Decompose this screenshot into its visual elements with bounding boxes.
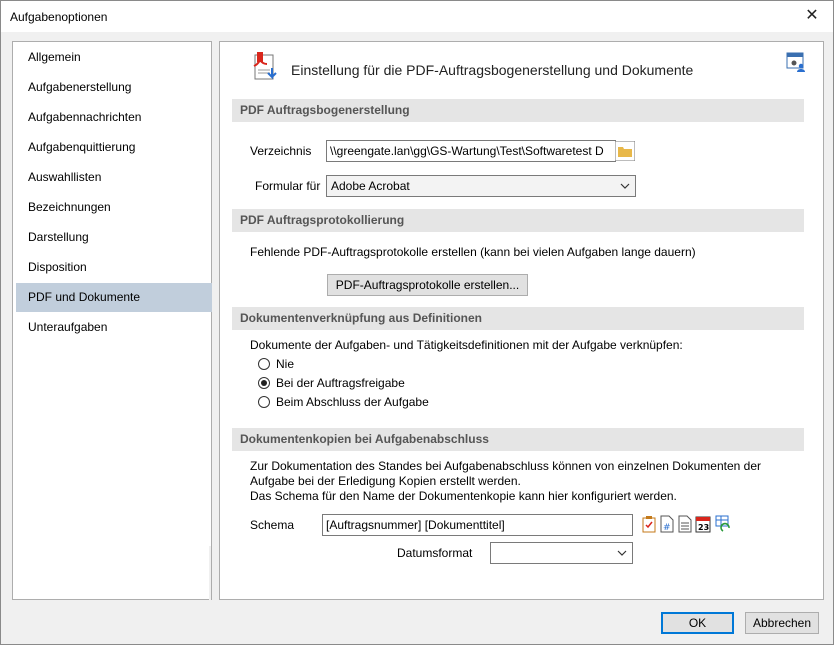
radio-button[interactable] xyxy=(258,358,270,370)
sidebar: Allgemein Aufgabenerstellung Aufgabennachr… xyxy=(12,41,212,601)
schema-label: Schema xyxy=(250,518,295,532)
svg-text:#: # xyxy=(663,523,671,533)
radio-label: Beim Abschluss der Aufgabe xyxy=(276,395,429,409)
options-dialog: Aufgabenoptionen ✕ Allgemein Aufgabenerst… xyxy=(0,0,834,645)
content-panel: Einstellung für die PDF-Auftragsbogeners… xyxy=(219,41,824,600)
title-bar: Aufgabenoptionen ✕ xyxy=(1,1,833,32)
radio-button[interactable] xyxy=(258,396,270,408)
text-document-icon[interactable] xyxy=(677,515,693,533)
close-button[interactable]: ✕ xyxy=(797,4,827,28)
logging-description: Fehlende PDF-Auftragsprotokolle erstelle… xyxy=(250,245,696,259)
hash-document-icon[interactable]: # xyxy=(659,515,675,533)
sidebar-border-gap xyxy=(209,546,211,601)
date-format-select[interactable] xyxy=(490,542,633,564)
section-pdf-creation: PDF Auftragsbogenerstellung xyxy=(232,99,804,122)
refresh-grid-icon[interactable] xyxy=(715,515,731,533)
sidebar-item-allgemein[interactable]: Allgemein xyxy=(16,43,212,72)
chevron-down-icon xyxy=(617,550,627,556)
sidebar-item-disposition[interactable]: Disposition xyxy=(16,253,212,282)
clipboard-check-icon[interactable] xyxy=(641,515,657,533)
sidebar-item-aufgabenquittierung[interactable]: Aufgabenquittierung xyxy=(16,133,212,162)
directory-label: Verzeichnis xyxy=(250,144,312,158)
sidebar-item-aufgabenerstellung[interactable]: Aufgabenerstellung xyxy=(16,73,212,102)
copies-description-3: Das Schema für den Name der Dokumentenko… xyxy=(250,489,677,503)
sidebar-item-aufgabennachrichten[interactable]: Aufgabennachrichten xyxy=(16,103,212,132)
radio-label: Bei der Auftragsfreigabe xyxy=(276,376,405,390)
copies-description-1: Zur Dokumentation des Standes bei Aufgab… xyxy=(250,459,762,473)
pdf-document-icon xyxy=(253,52,277,80)
section-doc-linking: Dokumentenverknüpfung aus Definitionen xyxy=(232,307,804,330)
form-label: Formular für xyxy=(255,179,321,193)
form-select-value: Adobe Acrobat xyxy=(331,179,410,193)
linking-description: Dokumente der Aufgaben- und Tätigkeitsde… xyxy=(250,338,683,352)
radio-button[interactable] xyxy=(258,377,270,389)
calendar-number: 23 xyxy=(698,523,709,532)
form-select[interactable]: Adobe Acrobat xyxy=(326,175,636,197)
date-format-label: Datumsformat xyxy=(397,546,473,560)
sidebar-item-pdf-und-dokumente[interactable]: PDF und Dokumente xyxy=(16,283,212,312)
copies-description-2: Aufgabe bei der Erledigung Kopien erstel… xyxy=(250,474,521,488)
create-logs-button[interactable]: PDF-Auftragsprotokolle erstellen... xyxy=(327,274,528,296)
cancel-button[interactable]: Abbrechen xyxy=(745,612,819,634)
section-doc-copies: Dokumentenkopien bei Aufgabenabschluss xyxy=(232,428,804,451)
sidebar-item-bezeichnungen[interactable]: Bezeichnungen xyxy=(16,193,212,222)
section-pdf-logging: PDF Auftragsprotokollierung xyxy=(232,209,804,232)
sidebar-item-darstellung[interactable]: Darstellung xyxy=(16,223,212,252)
ok-button[interactable]: OK xyxy=(661,612,734,634)
window-title: Aufgabenoptionen xyxy=(10,10,108,24)
calendar-icon[interactable]: 23 xyxy=(695,515,711,533)
radio-label: Nie xyxy=(276,357,295,371)
page-title: Einstellung für die PDF-Auftragsbogeners… xyxy=(291,62,694,78)
folder-browse-icon[interactable] xyxy=(615,141,635,161)
settings-user-icon[interactable] xyxy=(786,52,806,72)
sidebar-item-unteraufgaben[interactable]: Unteraufgaben xyxy=(16,313,212,342)
chevron-down-icon xyxy=(620,183,630,189)
directory-input[interactable]: \\greengate.lan\gg\GS-Wartung\Test\Softw… xyxy=(326,140,616,162)
schema-input[interactable]: [Auftragsnummer] [Dokumenttitel] xyxy=(322,514,633,536)
sidebar-item-auswahllisten[interactable]: Auswahllisten xyxy=(16,163,212,192)
